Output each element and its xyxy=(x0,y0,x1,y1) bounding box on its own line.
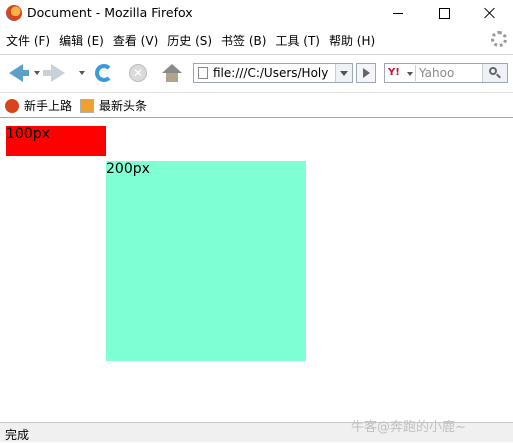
home-icon xyxy=(162,64,182,82)
stop-icon: ✕ xyxy=(129,64,147,82)
forward-history-dropdown-icon[interactable] xyxy=(79,71,85,75)
go-button[interactable] xyxy=(356,63,376,83)
stop-button[interactable]: ✕ xyxy=(125,61,151,85)
aquamarine-box-200px: 200px xyxy=(106,161,306,361)
maximize-button[interactable] xyxy=(421,0,467,26)
home-button[interactable] xyxy=(159,61,185,85)
menu-history[interactable]: 历史 (S) xyxy=(167,32,212,49)
back-history-dropdown-icon[interactable] xyxy=(34,71,40,75)
search-bar[interactable]: Y! Yahoo xyxy=(384,63,508,83)
bookmark-getting-started[interactable]: 新手上路 xyxy=(5,97,72,114)
minimize-button[interactable] xyxy=(375,0,421,26)
menu-view[interactable]: 查看 (V) xyxy=(113,32,158,49)
maximize-icon xyxy=(438,7,450,19)
address-dropdown-button[interactable] xyxy=(335,64,352,82)
back-button[interactable] xyxy=(3,61,29,85)
firefox-bookmark-icon xyxy=(5,98,19,113)
yahoo-engine-icon[interactable]: Y! xyxy=(388,67,400,78)
close-icon xyxy=(484,7,496,19)
firefox-logo-icon xyxy=(6,5,22,21)
search-input[interactable]: Yahoo xyxy=(419,66,454,80)
search-engine-dropdown-icon[interactable] xyxy=(407,72,413,76)
red-box-100px: 100px xyxy=(6,126,106,156)
address-bar[interactable]: file:///C:/Users/Holy xyxy=(193,63,353,83)
bookmark-latest-headlines[interactable]: 最新头条 xyxy=(80,97,147,114)
throbber-icon xyxy=(491,31,507,47)
bookmark-label: 最新头条 xyxy=(99,99,148,113)
reload-icon xyxy=(95,64,113,82)
title-bar: Document - Mozilla Firefox xyxy=(0,0,513,26)
window-title: Document - Mozilla Firefox xyxy=(27,5,193,20)
page-content: 100px 200px xyxy=(0,118,513,422)
watermark: 牛客@奔跑的小鹿~ xyxy=(351,420,466,435)
menu-tools[interactable]: 工具 (T) xyxy=(275,32,320,49)
menu-bar: 文件 (F) 编辑 (E) 查看 (V) 历史 (S) 书签 (B) 工具 (T… xyxy=(0,29,513,51)
status-text: 完成 xyxy=(5,428,30,442)
menu-help[interactable]: 帮助 (H) xyxy=(329,32,375,49)
forward-button[interactable] xyxy=(43,61,71,85)
minimize-icon xyxy=(393,12,403,14)
aquamarine-box-label: 200px xyxy=(106,161,150,177)
search-button[interactable] xyxy=(482,64,507,82)
close-button[interactable] xyxy=(467,0,513,26)
menu-bookmarks[interactable]: 书签 (B) xyxy=(221,32,266,49)
bookmarks-toolbar: 新手上路 最新头条 xyxy=(0,92,513,117)
back-arrow-icon xyxy=(9,64,29,82)
red-box-label: 100px xyxy=(6,126,50,142)
page-icon xyxy=(198,67,208,79)
address-url[interactable]: file:///C:/Users/Holy xyxy=(213,66,333,80)
rss-feed-icon xyxy=(80,98,94,113)
menu-edit[interactable]: 编辑 (E) xyxy=(59,32,104,49)
reload-button[interactable] xyxy=(91,61,117,85)
menu-file[interactable]: 文件 (F) xyxy=(6,32,50,49)
forward-arrow-icon xyxy=(43,64,65,82)
bookmark-label: 新手上路 xyxy=(24,99,73,113)
